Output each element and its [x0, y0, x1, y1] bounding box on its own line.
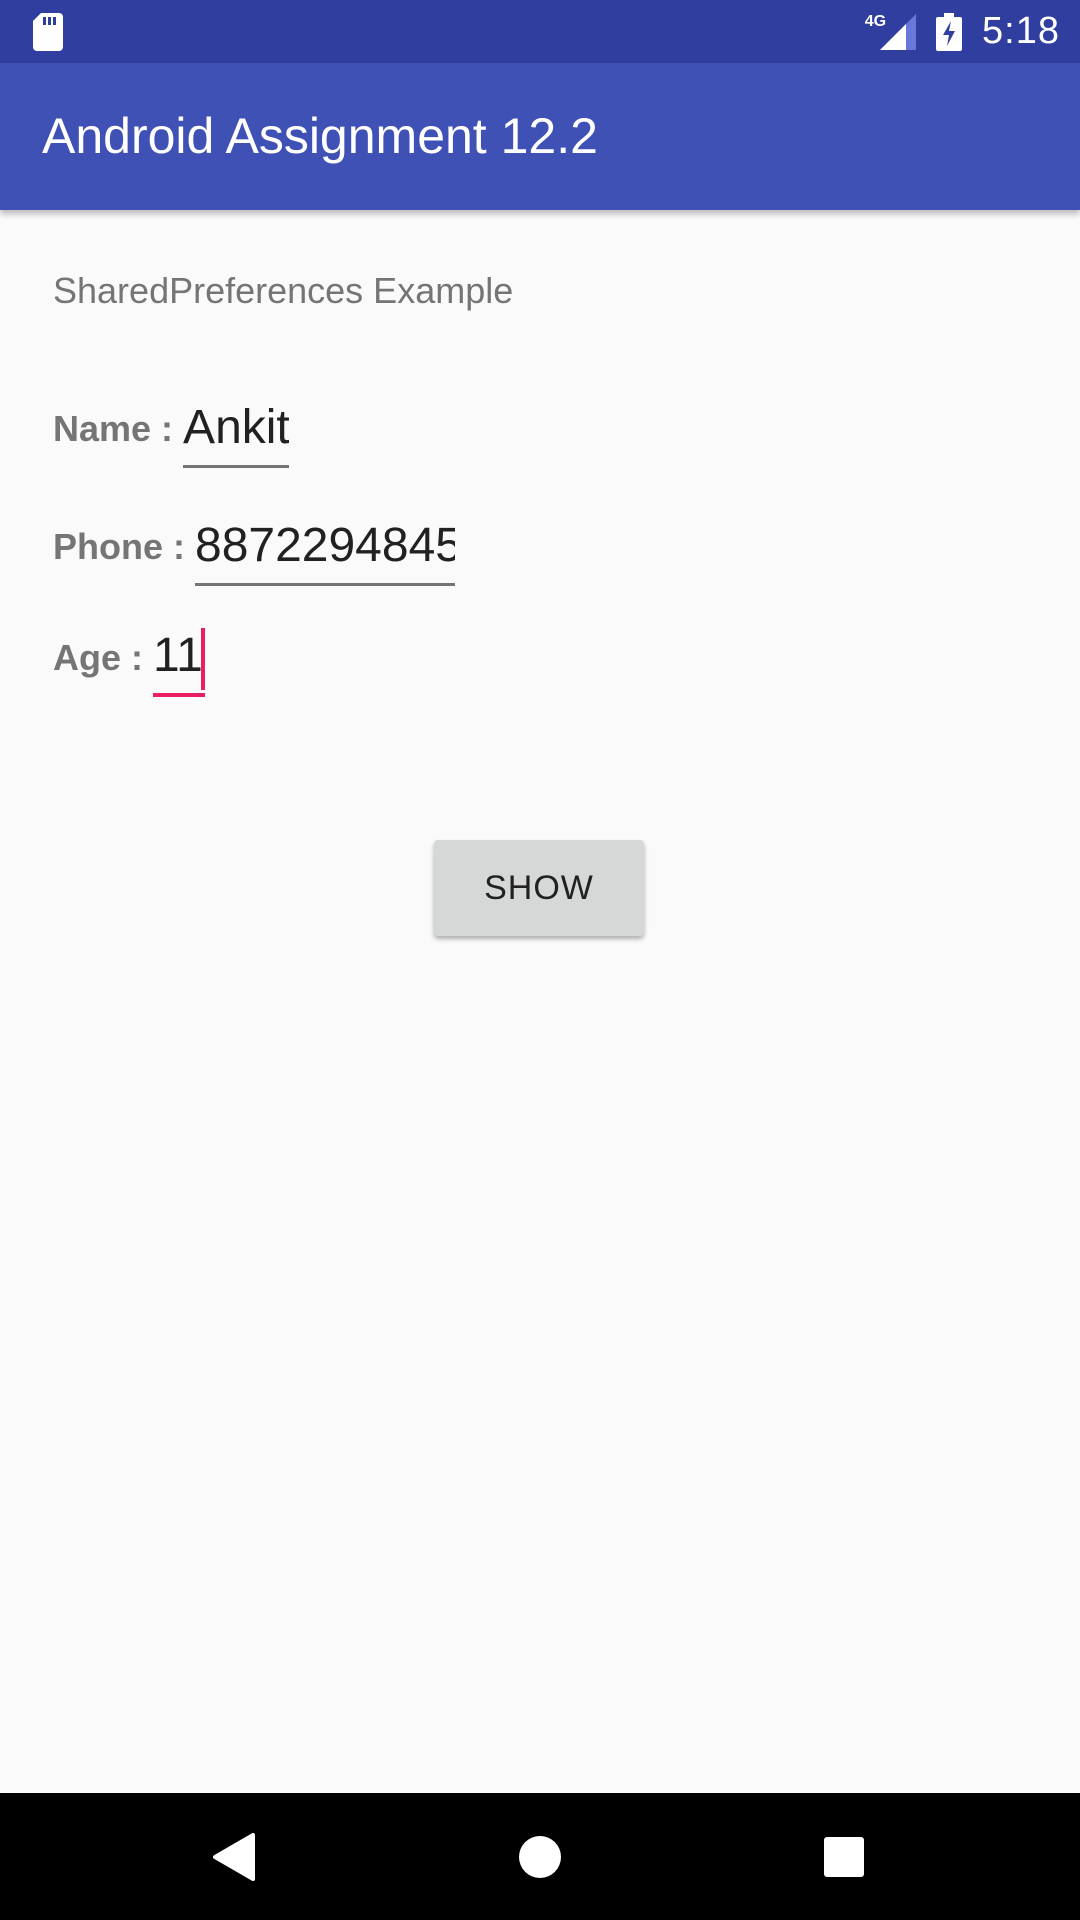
clock: 5:18 [982, 10, 1060, 52]
sd-card-icon [33, 13, 63, 51]
age-input[interactable] [153, 628, 205, 697]
age-input-wrapper [153, 628, 205, 697]
back-icon [213, 1832, 255, 1881]
home-icon [519, 1835, 561, 1878]
name-label: Name : [53, 408, 174, 449]
app-bar: Android Assignment 12.2 [0, 63, 1080, 210]
show-button[interactable]: SHOW [434, 840, 644, 936]
status-bar: 4G 5:18 [0, 0, 1080, 63]
app-title: Android Assignment 12.2 [42, 108, 598, 164]
phone-row: Phone : [53, 518, 455, 586]
home-button[interactable] [480, 1793, 600, 1920]
battery-charging-icon [936, 12, 963, 51]
age-label: Age : [53, 637, 143, 678]
main-content: SharedPreferences Example Name : Phone :… [0, 210, 1080, 1793]
recents-button[interactable] [784, 1793, 904, 1920]
text-cursor [201, 628, 205, 690]
name-row: Name : [53, 400, 290, 468]
recents-icon [824, 1836, 864, 1877]
phone-label: Phone : [53, 526, 185, 567]
age-row: Age : [53, 628, 205, 697]
name-input[interactable] [183, 400, 290, 468]
network-type-label: 4G [864, 12, 887, 30]
navigation-bar [0, 1793, 1080, 1920]
page-heading: SharedPreferences Example [53, 270, 514, 311]
phone-input[interactable] [195, 518, 455, 586]
back-button[interactable] [175, 1793, 295, 1920]
